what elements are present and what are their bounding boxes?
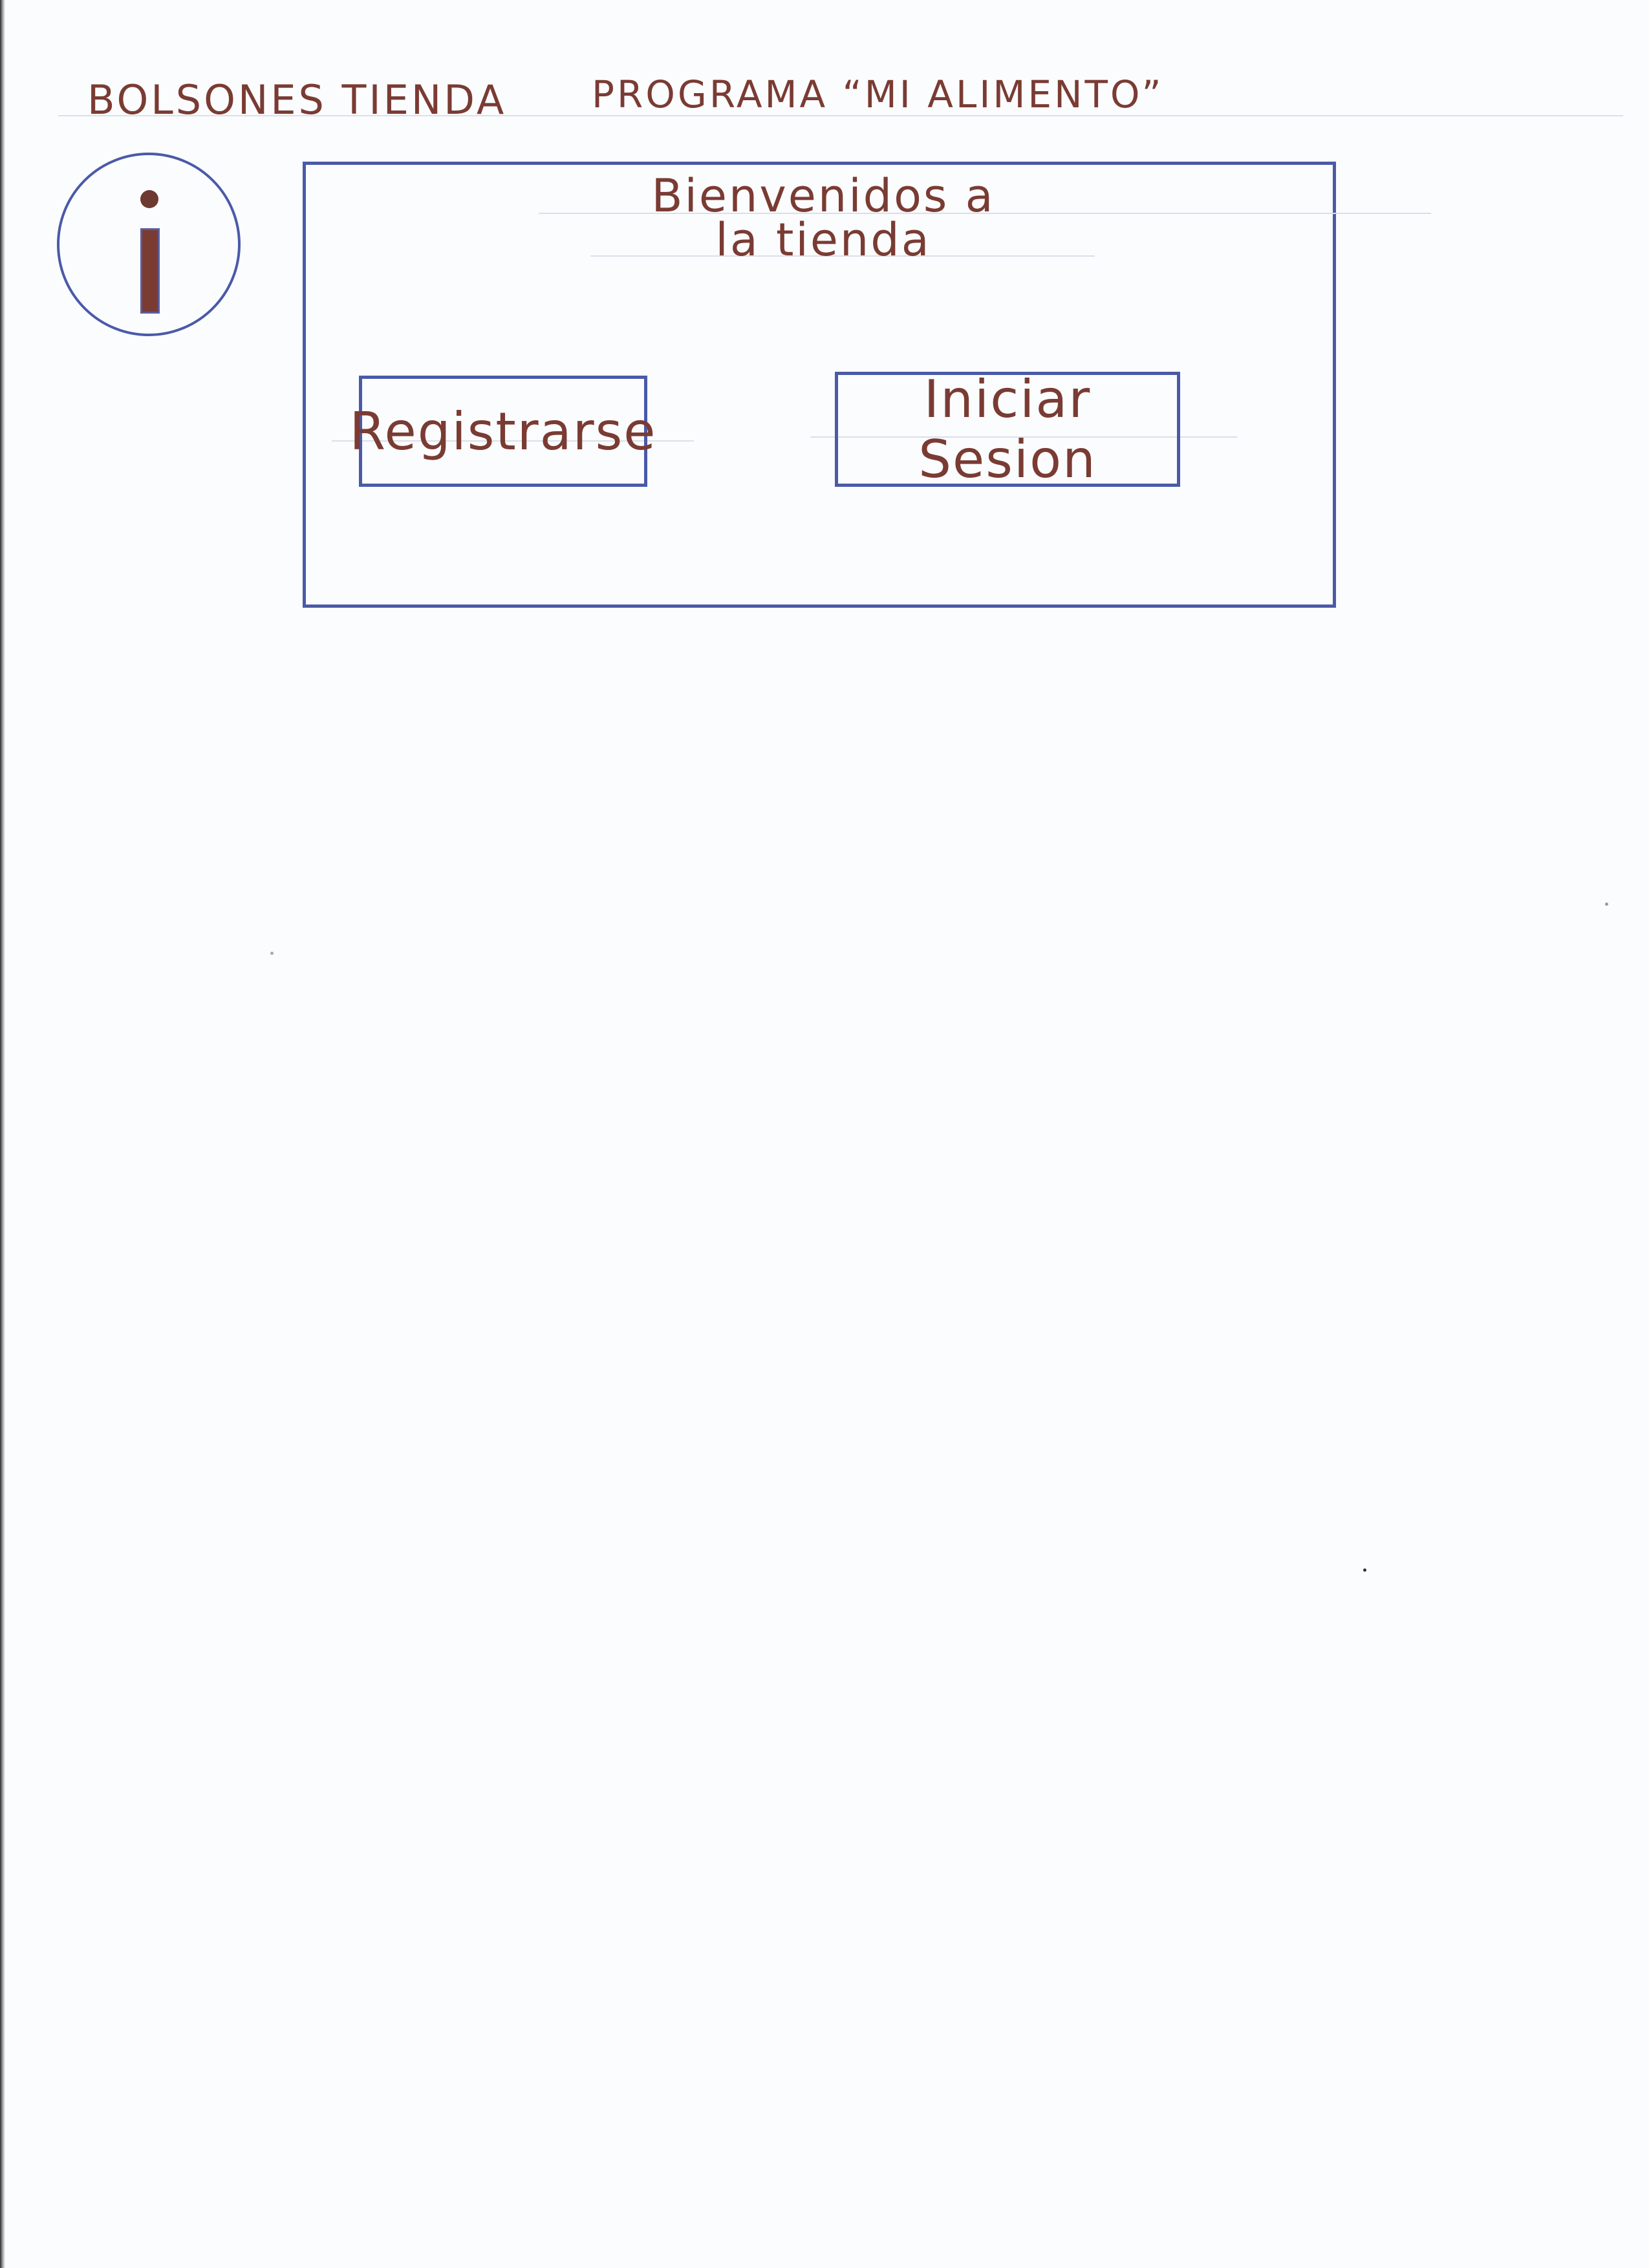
info-button[interactable] — [57, 153, 241, 336]
welcome-line-2: la tienda — [715, 213, 931, 266]
paper-speck — [1605, 903, 1608, 906]
welcome-line-1: Bienvenidos a — [651, 169, 995, 222]
sketch-page: BOLSONES TIENDA PROGRAMA “MI ALIMENTO” B… — [0, 0, 1649, 2268]
info-icon — [140, 228, 160, 314]
paper-speck — [1363, 1568, 1366, 1572]
welcome-heading: Bienvenidos a la tienda — [590, 169, 1056, 266]
welcome-panel: Bienvenidos a la tienda Registrarse Inic… — [303, 162, 1431, 608]
login-button[interactable]: Iniciar Sesion — [835, 369, 1180, 489]
store-name-title: BOLSONES TIENDA — [87, 76, 507, 123]
scan-edge — [0, 0, 5, 2268]
register-button[interactable]: Registrarse — [350, 376, 655, 487]
paper-speck — [270, 952, 274, 955]
info-icon-dot — [140, 190, 158, 208]
program-name-title: PROGRAMA “MI ALIMENTO” — [592, 72, 1164, 116]
